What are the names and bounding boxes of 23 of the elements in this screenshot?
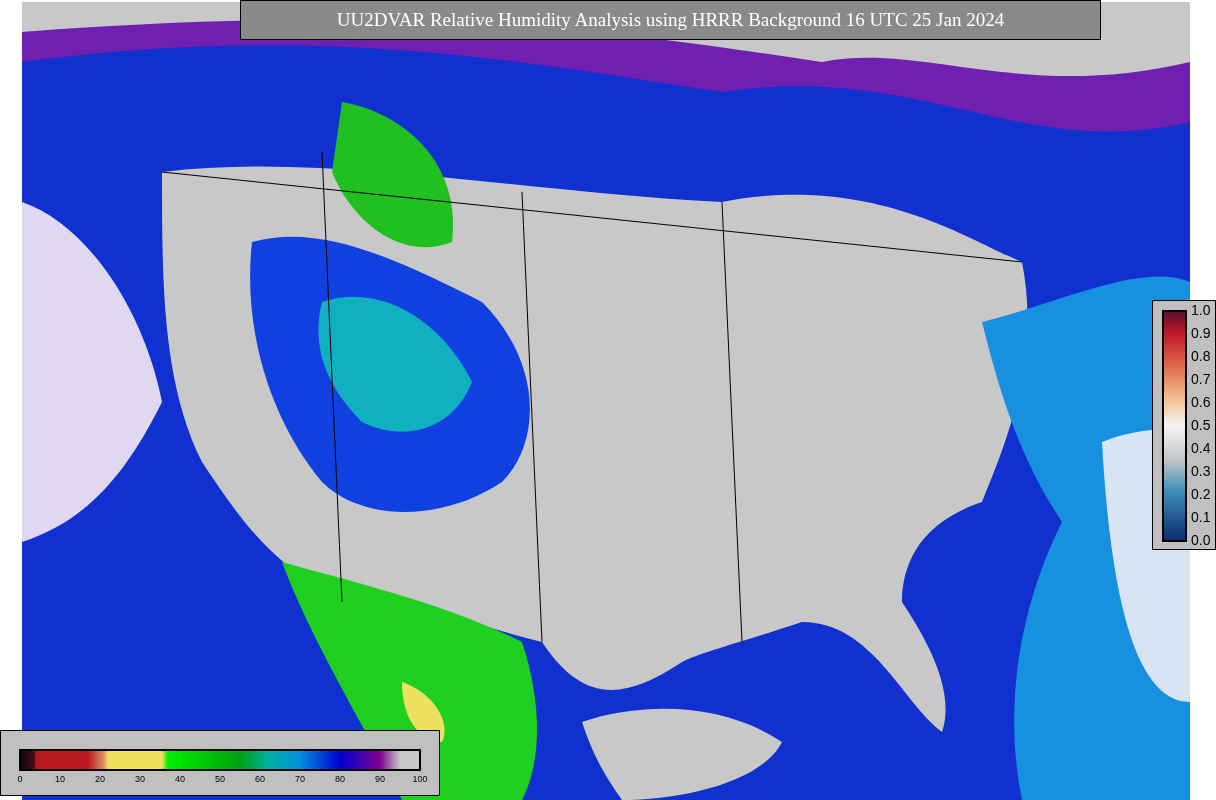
tick-label: 0.5 [1191, 417, 1211, 433]
tick-label: 100 [412, 774, 428, 784]
tick-label: 70 [295, 774, 305, 784]
tick-label: 90 [375, 774, 385, 784]
tick-label: 80 [335, 774, 345, 784]
tick-label: 10 [55, 774, 65, 784]
tick-label: 0.1 [1191, 509, 1211, 525]
map-title: UU2DVAR Relative Humidity Analysis using HRRR Background 16 UTC 25 Jan 2024 [240, 0, 1101, 40]
tick-label: 60 [255, 774, 265, 784]
tick-label: 40 [175, 774, 185, 784]
tick-label: 0.3 [1191, 463, 1211, 479]
tick-label: 0.8 [1191, 348, 1211, 364]
tick-label: 0.7 [1191, 371, 1211, 387]
tick-label: 0.9 [1191, 325, 1211, 341]
tick-label: 0.6 [1191, 394, 1211, 410]
tick-label: 0.0 [1191, 532, 1211, 548]
tick-label: 0.4 [1191, 440, 1211, 456]
tick-label: 0 [17, 774, 23, 784]
tick-label: 30 [135, 774, 145, 784]
tick-label: 1.0 [1191, 302, 1211, 318]
tick-label: 0.2 [1191, 486, 1211, 502]
tick-label: 20 [95, 774, 105, 784]
tick-label: 50 [215, 774, 225, 784]
